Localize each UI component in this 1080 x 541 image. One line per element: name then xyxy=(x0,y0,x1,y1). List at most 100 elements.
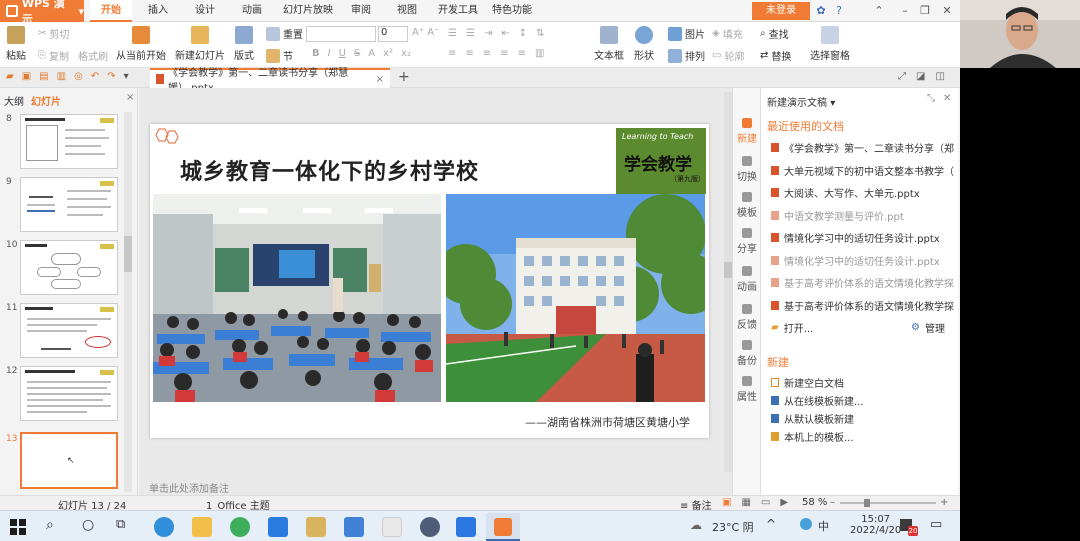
format-painter-button[interactable]: 格式刷 xyxy=(78,48,108,63)
slide-caption[interactable]: ——湖南省株洲市荷塘区黄塘小学 xyxy=(525,414,690,430)
slide-thumbnail-11[interactable] xyxy=(20,303,118,358)
close-tab-icon[interactable]: × xyxy=(376,74,384,85)
zoom-level[interactable]: 58 % xyxy=(802,497,827,508)
action-center-icon[interactable]: ▭ xyxy=(930,517,942,532)
zoom-in-icon[interactable]: + xyxy=(940,497,948,508)
wps-writer-icon[interactable] xyxy=(268,517,288,537)
tab-outline[interactable]: 大纲 xyxy=(4,93,24,108)
sidebar-item-backup[interactable]: 备份 xyxy=(733,340,761,367)
shape-button[interactable]: 形状 xyxy=(634,26,654,62)
fullscreen-icon[interactable]: ⤢ xyxy=(898,71,906,82)
sidebar-item-animation[interactable]: 动画 xyxy=(733,266,761,293)
picture-button[interactable]: 图片 xyxy=(668,26,705,41)
wps-presentation-taskbar-button[interactable] xyxy=(486,513,520,541)
sidebar-item-new[interactable]: 新建 xyxy=(733,118,761,145)
outdent-icon[interactable]: ⇤ xyxy=(501,28,509,39)
font-size-select[interactable]: 0 xyxy=(378,26,408,42)
sidebar-item-share[interactable]: 分享 xyxy=(733,228,761,255)
justify-icon[interactable]: ≡ xyxy=(500,48,508,59)
font-color-icon[interactable]: A xyxy=(368,48,375,59)
tab-slideshow[interactable]: 幻灯片放映 xyxy=(283,0,333,22)
superscript-icon[interactable]: x² xyxy=(383,48,393,59)
open-file-link[interactable]: ▰ 打开... xyxy=(771,317,861,337)
schoolyard-photo[interactable] xyxy=(446,194,705,402)
play-from-current-button[interactable]: 从当前开始 xyxy=(116,26,166,62)
classroom-photo[interactable] xyxy=(153,194,441,402)
align-left-icon[interactable]: ≡ xyxy=(448,48,456,59)
find-button[interactable]: ⌕ 查找 xyxy=(760,26,789,41)
slide-thumbnail-9[interactable] xyxy=(20,177,118,232)
sidebar-item-template[interactable]: 模板 xyxy=(733,192,761,219)
recent-doc-item[interactable]: 情境化学习中的适切任务设计.pptx xyxy=(771,227,955,247)
align-right-icon[interactable]: ≡ xyxy=(483,48,491,59)
notes-field[interactable]: 单击此处添加备注 xyxy=(139,478,732,495)
wps-badge-icon[interactable]: ◪ xyxy=(916,71,925,82)
cut-button[interactable]: ✂ 剪切 xyxy=(38,26,69,41)
textbox-button[interactable]: 文本框 xyxy=(594,26,624,62)
tab-slides[interactable]: 幻灯片 xyxy=(31,93,61,108)
recent-doc-item[interactable]: 情境化学习中的适切任务设计.pptx xyxy=(771,250,955,270)
task-pane-header[interactable]: 新建演示文稿 ▾ xyxy=(767,94,835,109)
minimize-ribbon-icon[interactable]: ⌃ xyxy=(872,4,886,18)
tray-chevron-icon[interactable]: ^ xyxy=(766,517,776,531)
recent-doc-item[interactable]: 基于高考评价体系的语文情境化教学探... xyxy=(771,272,955,292)
strike-button[interactable]: S xyxy=(354,48,360,59)
edge-browser-icon[interactable] xyxy=(154,517,174,537)
bullets-icon[interactable]: ☰ xyxy=(448,28,457,39)
redo-icon[interactable]: ↷ xyxy=(107,71,115,82)
restore-icon[interactable]: ❐ xyxy=(918,4,932,18)
tab-view[interactable]: 视图 xyxy=(397,0,417,22)
close-icon[interactable]: ✕ xyxy=(940,4,954,18)
underline-button[interactable]: U xyxy=(339,48,346,59)
slide-thumbnail-8[interactable] xyxy=(20,114,118,169)
print-preview-icon[interactable]: ◎ xyxy=(74,71,83,82)
wps-app-menu-button[interactable]: WPS 演示 ▾ xyxy=(0,0,84,26)
paste-button[interactable]: 粘贴 xyxy=(6,26,26,62)
open-folder-icon[interactable]: ▰ xyxy=(6,71,14,82)
windows-start-icon[interactable] xyxy=(10,519,26,538)
replace-button[interactable]: ⇄ 替换 xyxy=(760,48,791,63)
columns-icon[interactable]: ▥ xyxy=(535,48,544,59)
ime-language[interactable]: 中 xyxy=(818,518,829,534)
local-template-link[interactable]: 本机上的模板... xyxy=(771,426,955,446)
tab-design[interactable]: 设计 xyxy=(195,0,215,22)
subscript-icon[interactable]: x₂ xyxy=(401,48,411,59)
tab-insert[interactable]: 插入 xyxy=(148,0,168,22)
sidebar-item-switch[interactable]: 切换 xyxy=(733,156,761,183)
canvas-scrollbar[interactable] xyxy=(724,92,732,472)
ie-browser-icon[interactable] xyxy=(230,517,250,537)
distribute-icon[interactable]: ≡ xyxy=(518,48,526,59)
slide-thumbnail-12[interactable] xyxy=(20,366,118,421)
export-pdf-icon[interactable]: ▤ xyxy=(39,71,48,82)
game-app-icon[interactable] xyxy=(306,517,326,537)
tab-review[interactable]: 审阅 xyxy=(351,0,371,22)
tab-animation[interactable]: 动画 xyxy=(242,0,262,22)
sidebar-item-properties[interactable]: 属性 xyxy=(733,376,761,403)
slide-thumbnail-13-selected[interactable]: ↖ xyxy=(20,432,118,489)
arrange-button[interactable]: 排列 xyxy=(668,48,705,63)
font-grow-icon[interactable]: A⁺ A⁻ xyxy=(412,27,439,38)
file-explorer-icon[interactable] xyxy=(192,517,212,537)
panel-scrollbar[interactable] xyxy=(124,112,132,492)
new-blank-doc-link[interactable]: 新建空白文档 xyxy=(771,372,955,392)
search-icon[interactable]: ⌕ xyxy=(46,517,54,533)
zoom-slider-thumb[interactable] xyxy=(864,499,870,507)
italic-button[interactable]: I xyxy=(328,48,331,59)
outline-button[interactable]: ▭ 轮廓 xyxy=(712,48,744,63)
numbering-icon[interactable]: ☰ xyxy=(466,28,475,39)
sorter-view-icon[interactable]: ▦ xyxy=(741,497,750,508)
undo-icon[interactable]: ↶ xyxy=(91,71,99,82)
recent-doc-item[interactable]: 大阅读、大写作、大单元.pptx xyxy=(771,182,955,202)
meeting-app-icon[interactable] xyxy=(456,517,476,537)
tab-home[interactable]: 开始 xyxy=(90,0,132,22)
reset-button[interactable]: 重置 xyxy=(266,26,303,41)
tab-special[interactable]: 特色功能 xyxy=(492,0,532,22)
print-icon[interactable]: ▥ xyxy=(57,71,66,82)
text-direction-icon[interactable]: ⇅ xyxy=(536,28,544,39)
slideshow-icon[interactable]: ▶ xyxy=(780,497,788,508)
pin-icon[interactable]: ⤡ xyxy=(927,93,935,104)
zoom-out-icon[interactable]: – xyxy=(830,497,835,508)
cortana-icon[interactable]: ○ xyxy=(82,517,94,533)
media-app-icon[interactable] xyxy=(420,517,440,537)
slide-title[interactable]: 城乡教育一体化下的乡村学校 xyxy=(180,154,479,186)
